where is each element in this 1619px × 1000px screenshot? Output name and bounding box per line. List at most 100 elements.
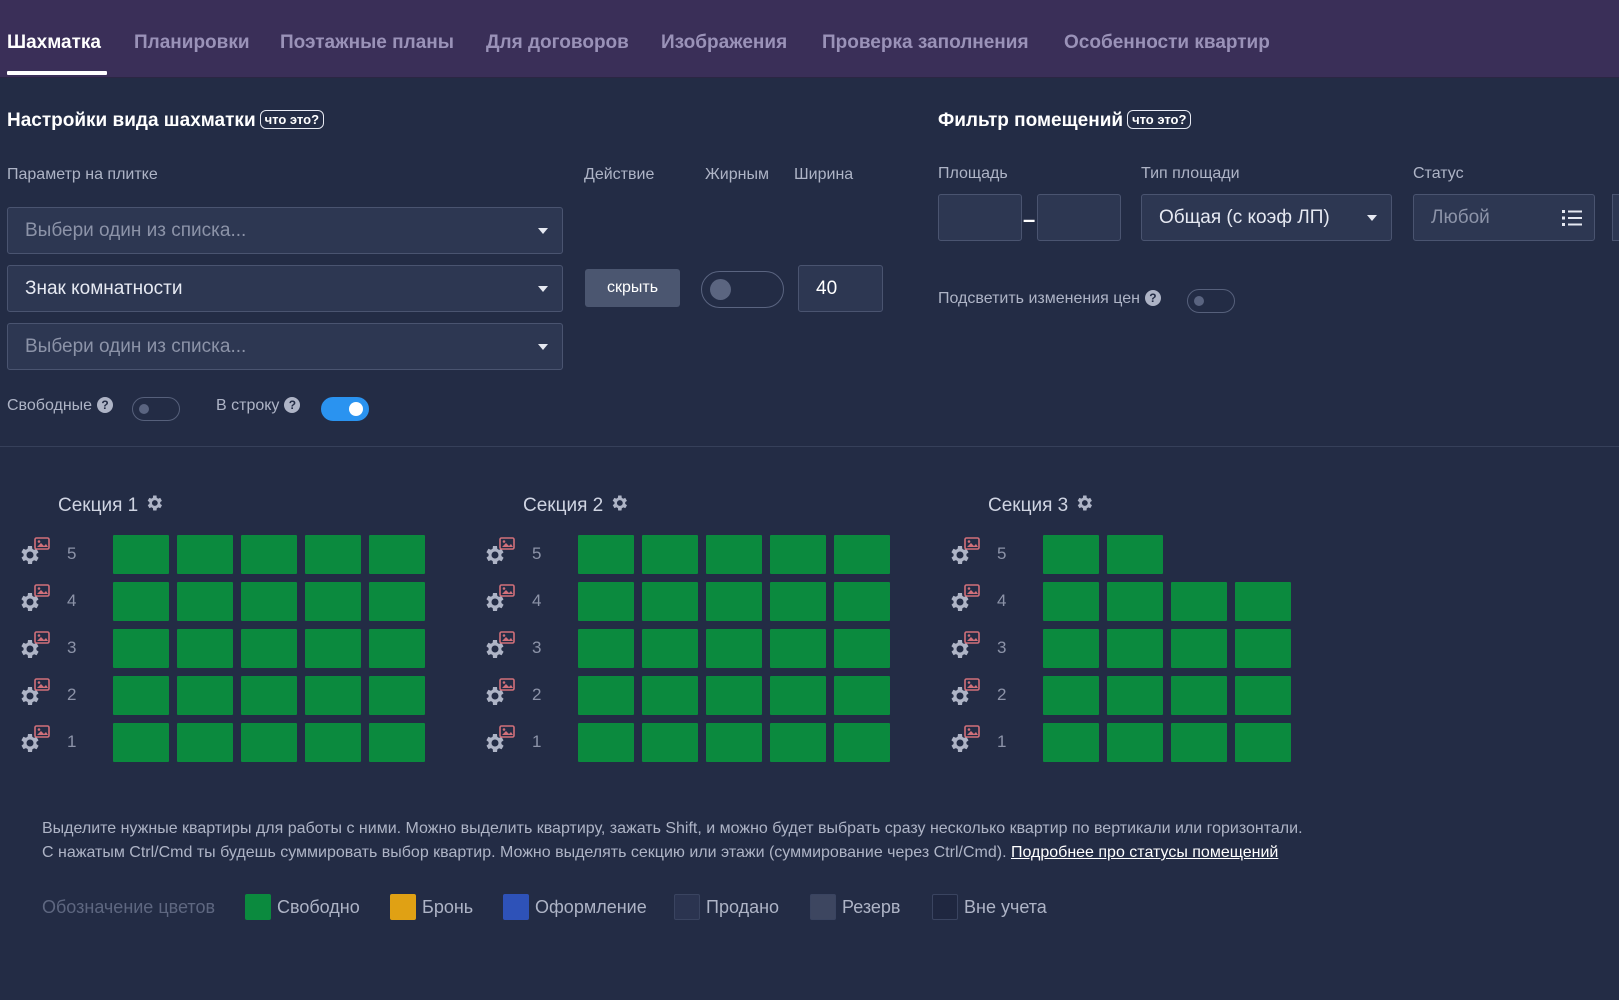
- apartment-cell[interactable]: [1043, 535, 1099, 574]
- floor-number[interactable]: 4: [532, 591, 541, 611]
- tab-planirovki[interactable]: Планировки: [134, 32, 250, 54]
- apartment-cell[interactable]: [1043, 629, 1099, 668]
- apartment-cell[interactable]: [241, 676, 297, 715]
- floor-settings-icon[interactable]: [947, 678, 983, 708]
- apartment-cell[interactable]: [642, 723, 698, 762]
- floor-settings-icon[interactable]: [947, 584, 983, 614]
- apartment-cell[interactable]: [1235, 676, 1291, 715]
- apartment-cell[interactable]: [113, 535, 169, 574]
- apartment-cell[interactable]: [706, 676, 762, 715]
- apartment-cell[interactable]: [177, 535, 233, 574]
- apartment-cell[interactable]: [369, 582, 425, 621]
- apartment-cell[interactable]: [578, 676, 634, 715]
- apartment-cell[interactable]: [834, 629, 890, 668]
- apartment-cell[interactable]: [305, 629, 361, 668]
- filter-what-button[interactable]: что это?: [1127, 110, 1192, 129]
- apartment-cell[interactable]: [113, 676, 169, 715]
- tile-param-select-2[interactable]: Знак комнатности: [7, 265, 563, 312]
- apartment-cell[interactable]: [706, 582, 762, 621]
- apartment-cell[interactable]: [241, 723, 297, 762]
- floor-number[interactable]: 4: [67, 591, 76, 611]
- floor-number[interactable]: 3: [532, 638, 541, 658]
- status-select[interactable]: Любой: [1413, 194, 1595, 241]
- width-input[interactable]: 40: [798, 265, 883, 312]
- apartment-cell[interactable]: [1107, 723, 1163, 762]
- section-title[interactable]: Секция 2: [523, 493, 629, 519]
- gear-icon[interactable]: [1074, 493, 1094, 519]
- apartment-cell[interactable]: [1043, 723, 1099, 762]
- apartment-cell[interactable]: [642, 535, 698, 574]
- apartment-cell[interactable]: [1235, 723, 1291, 762]
- question-icon[interactable]: ?: [97, 397, 114, 413]
- floor-number[interactable]: 5: [997, 544, 1006, 564]
- apartment-cell[interactable]: [1235, 582, 1291, 621]
- apartment-cell[interactable]: [177, 676, 233, 715]
- apartment-cell[interactable]: [369, 723, 425, 762]
- apartment-cell[interactable]: [578, 535, 634, 574]
- apartment-cell[interactable]: [770, 676, 826, 715]
- floor-number[interactable]: 4: [997, 591, 1006, 611]
- floor-number[interactable]: 2: [532, 685, 541, 705]
- apartment-cell[interactable]: [369, 676, 425, 715]
- apartment-cell[interactable]: [578, 582, 634, 621]
- apartment-cell[interactable]: [1171, 582, 1227, 621]
- tab-contracts[interactable]: Для договоров: [486, 32, 629, 54]
- floor-settings-icon[interactable]: [482, 678, 518, 708]
- tab-fill-check[interactable]: Проверка заполнения: [822, 32, 1029, 54]
- apartment-cell[interactable]: [113, 629, 169, 668]
- apartment-cell[interactable]: [770, 582, 826, 621]
- question-icon[interactable]: ?: [1144, 290, 1161, 306]
- apartment-cell[interactable]: [642, 582, 698, 621]
- floor-settings-icon[interactable]: [482, 537, 518, 567]
- floor-number[interactable]: 5: [67, 544, 76, 564]
- apartment-cell[interactable]: [770, 629, 826, 668]
- apartment-cell[interactable]: [834, 535, 890, 574]
- apartment-cell[interactable]: [834, 582, 890, 621]
- floor-settings-icon[interactable]: [17, 678, 53, 708]
- apartment-cell[interactable]: [1107, 535, 1163, 574]
- apartment-cell[interactable]: [113, 582, 169, 621]
- apartment-cell[interactable]: [241, 535, 297, 574]
- apartment-cell[interactable]: [770, 723, 826, 762]
- gear-icon[interactable]: [144, 493, 164, 519]
- apartment-cell[interactable]: [305, 582, 361, 621]
- settings-what-button[interactable]: что это?: [259, 110, 325, 129]
- statuses-link[interactable]: Подробнее про статусы помещений: [1011, 844, 1278, 861]
- apartment-cell[interactable]: [578, 629, 634, 668]
- area-type-select[interactable]: Общая (с коэф ЛП): [1141, 194, 1392, 241]
- apartment-cell[interactable]: [706, 723, 762, 762]
- floor-settings-icon[interactable]: [17, 725, 53, 755]
- floor-settings-icon[interactable]: [17, 631, 53, 661]
- floor-number[interactable]: 2: [997, 685, 1006, 705]
- floor-settings-icon[interactable]: [482, 584, 518, 614]
- floor-settings-icon[interactable]: [482, 725, 518, 755]
- floor-number[interactable]: 5: [532, 544, 541, 564]
- apartment-cell[interactable]: [834, 676, 890, 715]
- apartment-cell[interactable]: [1107, 676, 1163, 715]
- gear-icon[interactable]: [609, 493, 629, 519]
- apartment-cell[interactable]: [369, 535, 425, 574]
- floor-settings-icon[interactable]: [17, 537, 53, 567]
- floor-settings-icon[interactable]: [482, 631, 518, 661]
- apartment-cell[interactable]: [770, 535, 826, 574]
- row-toggle[interactable]: [321, 397, 369, 421]
- apartment-cell[interactable]: [1107, 629, 1163, 668]
- floor-number[interactable]: 1: [67, 732, 76, 752]
- apartment-cell[interactable]: [1235, 629, 1291, 668]
- floor-settings-icon[interactable]: [947, 725, 983, 755]
- bold-toggle[interactable]: [701, 271, 784, 308]
- apartment-cell[interactable]: [305, 723, 361, 762]
- floor-number[interactable]: 3: [67, 638, 76, 658]
- tab-apartment-features[interactable]: Особенности квартир: [1064, 32, 1270, 54]
- floor-number[interactable]: 1: [997, 732, 1006, 752]
- apartment-cell[interactable]: [706, 535, 762, 574]
- apartment-cell[interactable]: [177, 723, 233, 762]
- floor-settings-icon[interactable]: [17, 584, 53, 614]
- floor-settings-icon[interactable]: [947, 631, 983, 661]
- apartment-cell[interactable]: [305, 676, 361, 715]
- tab-floor-plans[interactable]: Поэтажные планы: [280, 32, 454, 54]
- floor-settings-icon[interactable]: [947, 537, 983, 567]
- area-max-input[interactable]: [1037, 194, 1121, 241]
- section-title[interactable]: Секция 3: [988, 493, 1094, 519]
- section-title[interactable]: Секция 1: [58, 493, 164, 519]
